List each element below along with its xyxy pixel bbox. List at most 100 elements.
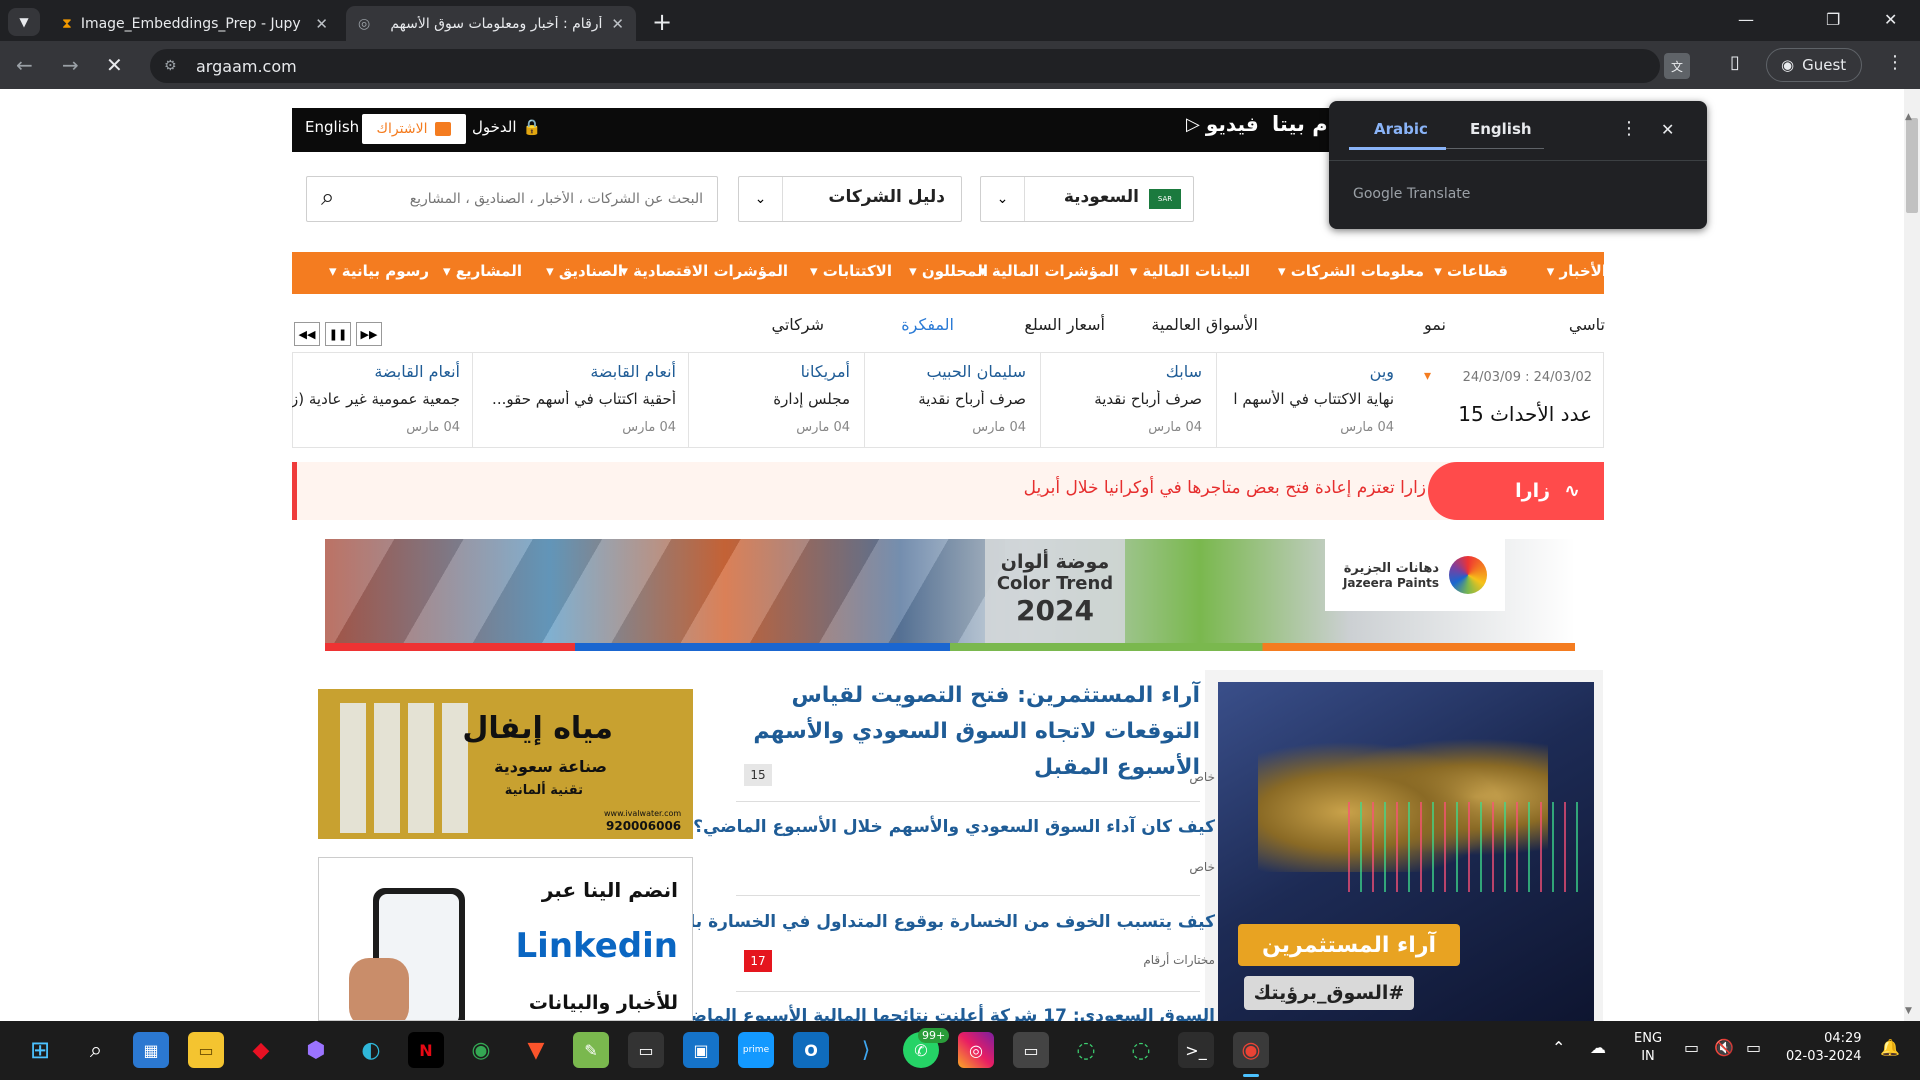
profile-button[interactable]: ◉ Guest (1766, 48, 1862, 82)
menu-kebab-icon[interactable]: ⋮ (1886, 52, 1904, 73)
comment-count-badge[interactable]: 17 (744, 950, 772, 972)
menu-news[interactable]: الأخبار ▾ (1547, 262, 1607, 280)
breaking-news-text[interactable]: زارا تعتزم إعادة فتح بعض متاجرها في أوكر… (1024, 478, 1426, 498)
app-blue-icon[interactable]: ▣ (683, 1032, 719, 1068)
store-icon[interactable]: ▦ (133, 1032, 169, 1068)
banner-ad[interactable]: موضة ألوان Color Trend 2024 دهانات الجزي… (325, 539, 1575, 651)
powershell-icon[interactable]: >_ (1178, 1032, 1214, 1068)
event-item[interactable]: سليمان الحبيب صرف أرباح نقدية 04 مارس (864, 352, 1038, 448)
close-icon[interactable]: ✕ (611, 15, 624, 33)
language-indicator[interactable]: ENG IN (1634, 1030, 1662, 1066)
companies-dropdown[interactable]: ⌄ دليل الشركات (738, 176, 962, 222)
subtab-commodities[interactable]: أسعار السلع (1024, 315, 1105, 334)
article-title[interactable]: كيف كان آداء السوق السعودي والأسهم خلال … (693, 817, 1215, 837)
app-red-icon[interactable]: ◆ (243, 1032, 279, 1068)
chrome-active-icon[interactable]: ◉ (1233, 1032, 1269, 1068)
prime-video-icon[interactable]: prime (738, 1032, 774, 1068)
notepad-icon[interactable]: ✎ (573, 1032, 609, 1068)
search-box[interactable]: ⌕ (306, 176, 718, 222)
file-explorer-icon[interactable]: ▭ (188, 1032, 224, 1068)
event-item[interactable]: أمريكانا مجلس إدارة 04 مارس (688, 352, 862, 448)
menu-ipos[interactable]: الاكتتابات ▾ (810, 262, 892, 280)
brave-icon[interactable]: ▼ (518, 1032, 554, 1068)
translate-tab-english[interactable]: English (1470, 120, 1532, 138)
menu-economic-indicators[interactable]: المؤشرات الاقتصادية ▾ (620, 262, 788, 280)
search-input[interactable] (363, 185, 703, 213)
search-icon[interactable]: ⌕ (78, 1032, 114, 1068)
tab-search-button[interactable]: ▼ (8, 8, 40, 36)
menu-projects[interactable]: المشاريع ▾ (443, 262, 522, 280)
site-info-icon[interactable]: ⚙ (164, 58, 177, 74)
subtab-calendar[interactable]: المفكرة (901, 315, 954, 334)
menu-company-info[interactable]: معلومات الشركات ▾ (1278, 262, 1424, 280)
windows-start-icon[interactable]: ⊞ (22, 1032, 58, 1068)
app-green-ring-icon[interactable]: ◌ (1068, 1032, 1104, 1068)
event-item[interactable]: وين نهاية الاكتتاب في الأسهم الج... 04 م… (1216, 352, 1406, 448)
subtab-my-companies[interactable]: شركاتي (771, 315, 824, 334)
menu-analysts[interactable]: المحللون ▾ (909, 262, 988, 280)
app-green-ring-2-icon[interactable]: ◌ (1123, 1032, 1159, 1068)
notification-bell-icon[interactable]: 🔔 (1880, 1038, 1900, 1057)
menu-sectors[interactable]: قطاعات ▾ (1434, 262, 1508, 280)
event-item[interactable]: أنعام القابضة جمعية عمومية غير عادية (ز … (292, 352, 472, 448)
pause-button[interactable]: ❚❚ (325, 322, 351, 346)
rewind-button[interactable]: ◀◀ (294, 322, 320, 346)
scroll-down-icon[interactable]: ▼ (1905, 1006, 1912, 1016)
comment-count-badge[interactable]: 15 (744, 764, 772, 786)
vscode-icon[interactable]: ⟩ (848, 1032, 884, 1068)
close-window-icon[interactable]: ✕ (1884, 10, 1897, 29)
translate-close-icon[interactable]: ✕ (1661, 120, 1674, 139)
ival-water-ad[interactable]: مياه إيفال صناعة سعودية تقنية ألمانية ww… (318, 689, 693, 839)
volume-muted-icon[interactable]: 🔇 (1714, 1038, 1734, 1057)
event-item[interactable]: سابك صرف أرباح نقدية 04 مارس (1040, 352, 1214, 448)
menu-financial-data[interactable]: البيانات المالية ▾ (1130, 262, 1250, 280)
page-scrollbar[interactable] (1904, 89, 1920, 1021)
subtab-nomu[interactable]: نمو (1424, 315, 1446, 334)
linkedin-ad[interactable]: انضم الينا عبر Linkedin للأخبار والبيانا… (318, 857, 693, 1021)
translate-options-icon[interactable]: ⋮ (1620, 118, 1638, 139)
article-main-title[interactable]: آراء المستثمرين: فتح التصويت لقياس التوق… (740, 678, 1200, 786)
minimize-icon[interactable]: — (1738, 10, 1754, 29)
scrollbar-thumb[interactable] (1906, 118, 1918, 213)
event-item[interactable]: أنعام القابضة أحقية اكتتاب في أسهم حقو..… (472, 352, 688, 448)
scroll-up-icon[interactable]: ▲ (1905, 112, 1912, 122)
edge-icon[interactable]: ◐ (353, 1032, 389, 1068)
restore-icon[interactable]: ❐ (1826, 10, 1840, 29)
menu-charts[interactable]: رسوم بيانية ▾ (329, 262, 429, 280)
app-purple-icon[interactable]: ⬢ (298, 1032, 334, 1068)
network-icon[interactable]: ▭ (1684, 1038, 1699, 1057)
side-panel-icon[interactable]: ▯ (1730, 52, 1740, 73)
subscribe-button[interactable]: الاشتراك (362, 114, 466, 144)
new-tab-button[interactable]: + (652, 8, 672, 36)
feature-image[interactable]: آراء المستثمرين #السوق_برؤيتك (1218, 682, 1594, 1021)
chevron-down-icon[interactable]: ▾ (1424, 368, 1431, 384)
login-link[interactable]: 🔒 الدخول (472, 118, 541, 136)
subtab-global-markets[interactable]: الأسواق العالمية (1151, 315, 1258, 334)
tab-argaam[interactable]: ◎ أرقام : أخبار ومعلومات سوق الأسهم ✕ (346, 6, 636, 42)
english-link[interactable]: English (305, 118, 359, 136)
close-icon[interactable]: ✕ (315, 15, 328, 33)
tab-jupyter[interactable]: ⧗ Image_Embeddings_Prep - Jupy ✕ (50, 6, 340, 42)
instagram-icon[interactable]: ◎ (958, 1032, 994, 1068)
terminal-icon[interactable]: ▭ (628, 1032, 664, 1068)
translate-icon[interactable]: 文 (1664, 53, 1690, 79)
forward-button[interactable]: ▶▶ (356, 322, 382, 346)
onedrive-icon[interactable]: ☁ (1590, 1038, 1606, 1057)
clock[interactable]: 04:29 02-03-2024 (1786, 1030, 1862, 1066)
address-bar[interactable]: ⚙ argaam.com (150, 49, 1660, 83)
battery-icon[interactable]: ▭ (1746, 1038, 1761, 1057)
menu-funds[interactable]: الصناديق ▾ (546, 262, 623, 280)
outlook-icon[interactable]: O (793, 1032, 829, 1068)
chrome-icon[interactable]: ◉ (463, 1032, 499, 1068)
subtab-tasi[interactable]: تاسي (1569, 315, 1605, 334)
translate-tab-arabic[interactable]: Arabic (1374, 120, 1428, 138)
video-link[interactable]: فيديو ▷ (1186, 112, 1259, 136)
country-dropdown[interactable]: ⌄ السعودية SAR (980, 176, 1194, 222)
search-icon[interactable]: ⌕ (321, 183, 334, 211)
back-icon[interactable]: ← (16, 53, 33, 77)
forward-icon[interactable]: → (62, 53, 79, 77)
netflix-icon[interactable]: N (408, 1032, 444, 1068)
chevron-up-icon[interactable]: ⌃ (1552, 1038, 1565, 1057)
article-title[interactable]: كيف يتسبب الخوف من الخسارة بوقوع المتداو… (636, 912, 1215, 932)
menu-financial-indicators[interactable]: المؤشرات المالية ▾ (979, 262, 1119, 280)
